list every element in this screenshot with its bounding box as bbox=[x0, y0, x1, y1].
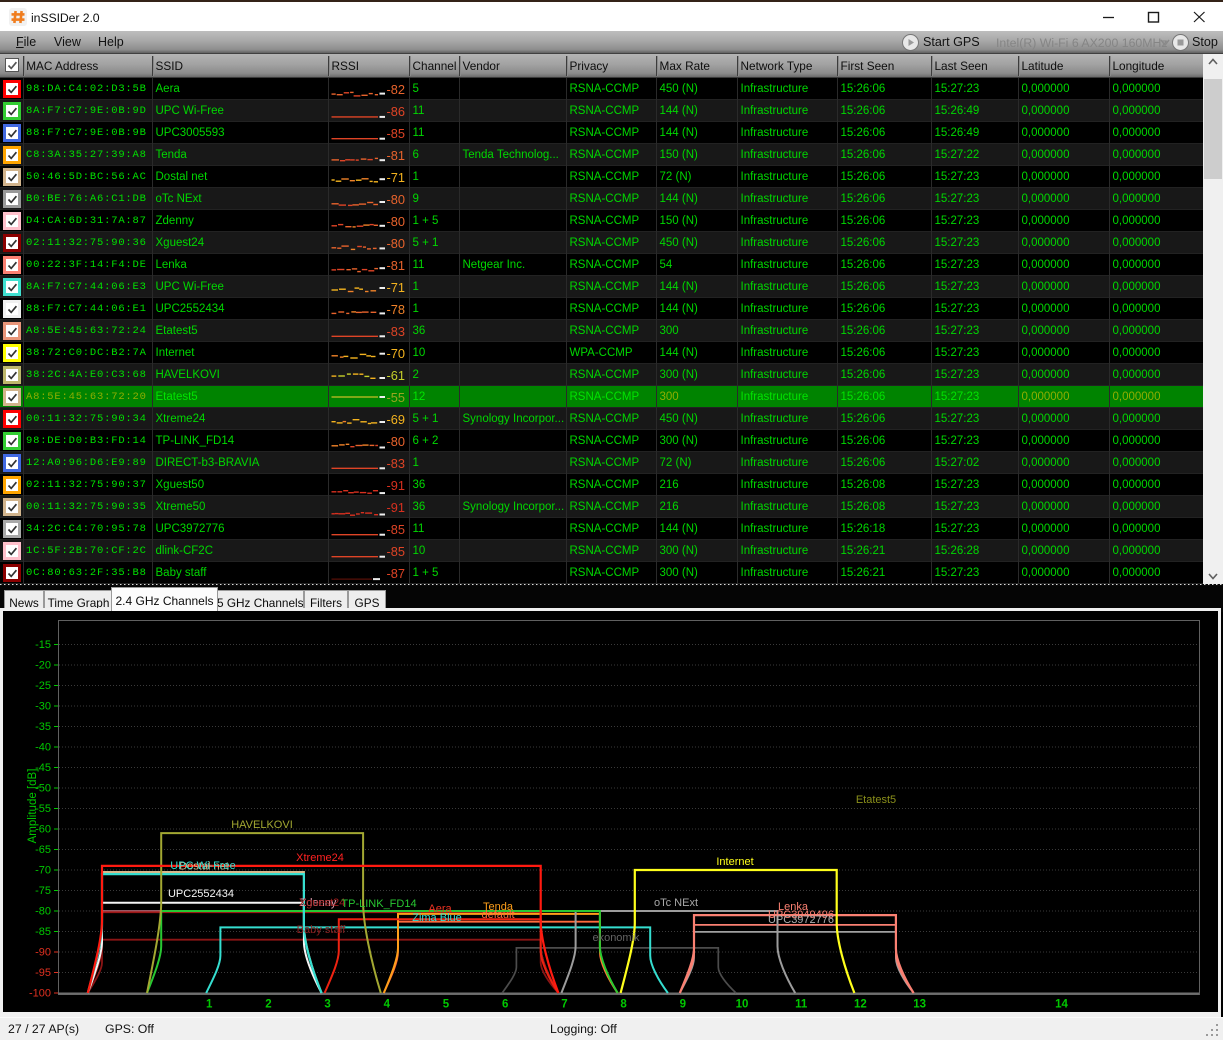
svg-text:HAVELKOVI: HAVELKOVI bbox=[231, 819, 293, 831]
svg-text:-85: -85 bbox=[35, 926, 51, 938]
svg-text:Baby staff: Baby staff bbox=[297, 924, 347, 936]
svg-text:Xtreme24: Xtreme24 bbox=[296, 852, 344, 864]
svg-text:Internet: Internet bbox=[716, 856, 753, 868]
svg-text:2: 2 bbox=[265, 999, 271, 1011]
svg-text:Etatest5: Etatest5 bbox=[856, 794, 896, 806]
svg-text:1: 1 bbox=[206, 999, 213, 1011]
svg-text:-75: -75 bbox=[35, 885, 51, 897]
svg-text:11: 11 bbox=[795, 999, 808, 1011]
svg-text:-100: -100 bbox=[29, 988, 51, 1000]
svg-text:3: 3 bbox=[324, 999, 330, 1011]
svg-text:-15: -15 bbox=[35, 639, 51, 651]
svg-text:10: 10 bbox=[736, 999, 749, 1011]
svg-text:UPC3972776: UPC3972776 bbox=[768, 914, 834, 926]
svg-text:-25: -25 bbox=[35, 680, 51, 692]
svg-text:Xguest24: Xguest24 bbox=[299, 897, 345, 909]
svg-text:UPC2552434: UPC2552434 bbox=[168, 888, 234, 900]
svg-text:-30: -30 bbox=[35, 701, 51, 713]
svg-text:7: 7 bbox=[561, 999, 567, 1011]
svg-text:ekonomik: ekonomik bbox=[592, 932, 640, 944]
svg-text:-40: -40 bbox=[35, 742, 51, 754]
svg-text:-80: -80 bbox=[35, 906, 51, 918]
svg-text:default: default bbox=[481, 909, 514, 921]
svg-text:-70: -70 bbox=[35, 865, 51, 877]
svg-text:14: 14 bbox=[1055, 999, 1068, 1011]
svg-text:-95: -95 bbox=[35, 967, 51, 979]
svg-text:oTc NExt: oTc NExt bbox=[654, 897, 698, 909]
svg-text:9: 9 bbox=[680, 999, 686, 1011]
svg-text:-90: -90 bbox=[35, 947, 51, 959]
svg-text:-65: -65 bbox=[35, 844, 51, 856]
svg-text:UPC Wi-Free: UPC Wi-Free bbox=[170, 860, 235, 872]
svg-text:4: 4 bbox=[384, 999, 391, 1011]
svg-text:-20: -20 bbox=[35, 660, 51, 672]
svg-text:5: 5 bbox=[443, 999, 450, 1011]
svg-text:13: 13 bbox=[913, 999, 926, 1011]
svg-text:6: 6 bbox=[502, 999, 508, 1011]
svg-text:Amplitude [dB]: Amplitude [dB] bbox=[27, 769, 39, 844]
svg-text:8: 8 bbox=[620, 999, 627, 1011]
svg-text:TP-LINK_FD14: TP-LINK_FD14 bbox=[341, 898, 416, 910]
svg-text:-35: -35 bbox=[35, 721, 51, 733]
svg-text:12: 12 bbox=[854, 999, 867, 1011]
svg-text:Zima Blue: Zima Blue bbox=[412, 912, 462, 924]
